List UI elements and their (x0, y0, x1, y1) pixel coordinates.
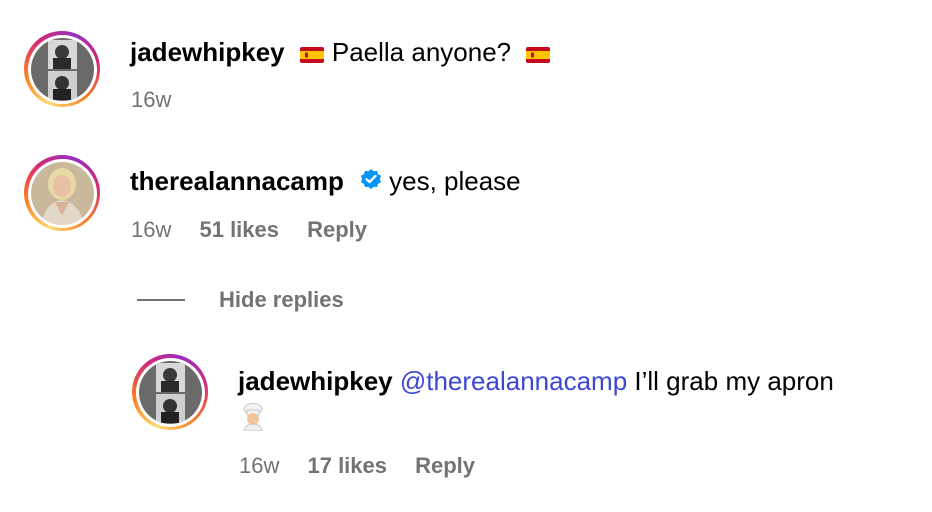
spain-flag-icon (299, 39, 324, 69)
comment-line: jadewhipkey Paella anyone? (130, 37, 558, 69)
avatar-therealannacamp[interactable] (24, 155, 100, 231)
reply-button[interactable]: Reply (415, 453, 475, 478)
comment-meta: 16w 51 likes Reply (131, 217, 389, 243)
timestamp: 16w (239, 453, 280, 478)
spain-flag-icon (526, 39, 551, 69)
avatar-jadewhipkey[interactable] (132, 354, 208, 430)
timestamp: 16w (131, 217, 172, 242)
mention-link[interactable]: @therealannacamp (400, 366, 627, 396)
comment-text: yes, please (389, 166, 521, 196)
timestamp: 16w (131, 87, 172, 112)
replies-divider (137, 299, 185, 301)
likes-count[interactable]: 51 likes (199, 217, 279, 242)
verified-badge-icon (359, 168, 383, 198)
comment-text: Paella anyone? (331, 37, 512, 67)
hide-replies-button[interactable]: Hide replies (219, 287, 344, 313)
username[interactable]: jadewhipkey (238, 366, 393, 396)
reply-text: I’ll grab my apron (634, 366, 834, 396)
reply-meta: 16w 17 likes Reply (239, 453, 497, 479)
username[interactable]: therealannacamp (130, 166, 344, 196)
chef-emoji-icon (240, 403, 266, 436)
reply-button[interactable]: Reply (307, 217, 367, 242)
username[interactable]: jadewhipkey (130, 37, 285, 67)
comment-meta: 16w (131, 87, 193, 113)
reply-line: jadewhipkey @therealannacamp I’ll grab m… (238, 366, 834, 396)
comment-line: therealannacamp yes, please (130, 166, 521, 198)
avatar-jadewhipkey[interactable] (24, 31, 100, 107)
likes-count[interactable]: 17 likes (307, 453, 387, 478)
